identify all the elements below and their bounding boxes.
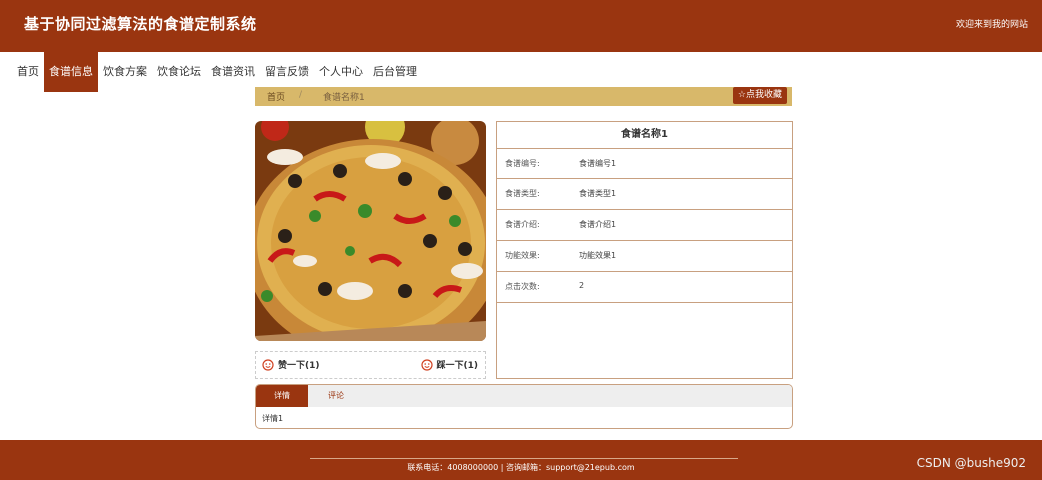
info-row: 点击次数: 2 [497, 272, 792, 303]
breadcrumb-separator: / [299, 90, 303, 100]
smiley-icon [262, 358, 274, 371]
breadcrumb-current: 食谱名称1 [323, 93, 365, 103]
nav-item-forum[interactable]: 饮食论坛 [152, 52, 206, 92]
info-label: 功能效果: [505, 251, 540, 260]
vote-down-button[interactable]: 踩一下(1) [420, 358, 479, 371]
info-row: 功能效果: 功能效果1 [497, 241, 792, 272]
recipe-info-panel: 食谱名称1 食谱编号: 食谱编号1 食谱类型: 食谱类型1 食谱介绍: 食谱介绍… [496, 121, 793, 379]
info-row: 食谱类型: 食谱类型1 [497, 179, 792, 210]
info-value: 食谱类型1 [579, 189, 617, 198]
page: 基于协同过滤算法的食谱定制系统 欢迎来到我的网站 首页 食谱信息 饮食方案 饮食… [0, 0, 1042, 480]
vote-down-label: 踩一下(1) [436, 361, 479, 371]
nav-item-profile[interactable]: 个人中心 [314, 52, 368, 92]
tab-content: 详情1 [262, 414, 284, 423]
footer: 联系电话：4008000000 | 咨询邮箱：support@21epub.co… [0, 440, 1042, 480]
vote-up-button[interactable]: 赞一下(1) [262, 358, 320, 371]
info-value: 2 [579, 281, 585, 290]
vote-bar: 赞一下(1) 踩一下(1) [255, 351, 486, 379]
info-value: 功能效果1 [579, 251, 617, 260]
info-label: 食谱介绍: [505, 220, 540, 229]
pizza-image [255, 121, 486, 341]
watermark: CSDN @bushe902 [916, 456, 1026, 470]
vote-up-label: 赞一下(1) [278, 361, 320, 371]
nav-item-diet-plans[interactable]: 饮食方案 [98, 52, 152, 92]
info-row: 食谱编号: 食谱编号1 [497, 148, 792, 179]
info-label: 食谱类型: [505, 189, 540, 198]
main-nav: 首页 食谱信息 饮食方案 饮食论坛 食谱资讯 留言反馈 个人中心 后台管理 [12, 52, 422, 92]
tab-details[interactable]: 详情 [256, 385, 308, 407]
info-row: 食谱介绍: 食谱介绍1 [497, 210, 792, 241]
welcome-text: 欢迎来到我的网站 [955, 20, 1028, 30]
info-label: 食谱编号: [505, 159, 540, 168]
smiley-icon [420, 358, 433, 371]
nav-item-home[interactable]: 首页 [12, 52, 44, 92]
favorite-button[interactable]: ☆点我收藏 [732, 87, 787, 104]
recipe-title: 食谱名称1 [621, 129, 668, 140]
info-label: 点击次数: [505, 282, 540, 291]
site-title: 基于协同过滤算法的食谱定制系统 [24, 15, 257, 33]
header: 基于协同过滤算法的食谱定制系统 欢迎来到我的网站 [0, 0, 1042, 52]
breadcrumb-home-link[interactable]: 首页 [267, 90, 285, 103]
nav-item-feedback[interactable]: 留言反馈 [260, 52, 314, 92]
breadcrumb: 首页 / 食谱名称1 ☆点我收藏 [255, 87, 792, 106]
tab-bar: 详情 评论 [256, 385, 792, 407]
nav-item-news[interactable]: 食谱资讯 [206, 52, 260, 92]
info-value: 食谱编号1 [579, 159, 617, 168]
nav-item-recipes[interactable]: 食谱信息 [44, 52, 98, 92]
tab-comments[interactable]: 评论 [308, 385, 364, 407]
info-value: 食谱介绍1 [579, 220, 617, 229]
detail-tabs-panel: 详情 评论 详情1 [255, 384, 793, 429]
recipe-image [255, 121, 486, 341]
nav-item-admin[interactable]: 后台管理 [368, 52, 422, 92]
footer-contact: 联系电话：4008000000 | 咨询邮箱：support@21epub.co… [407, 463, 635, 472]
footer-divider [310, 458, 738, 459]
